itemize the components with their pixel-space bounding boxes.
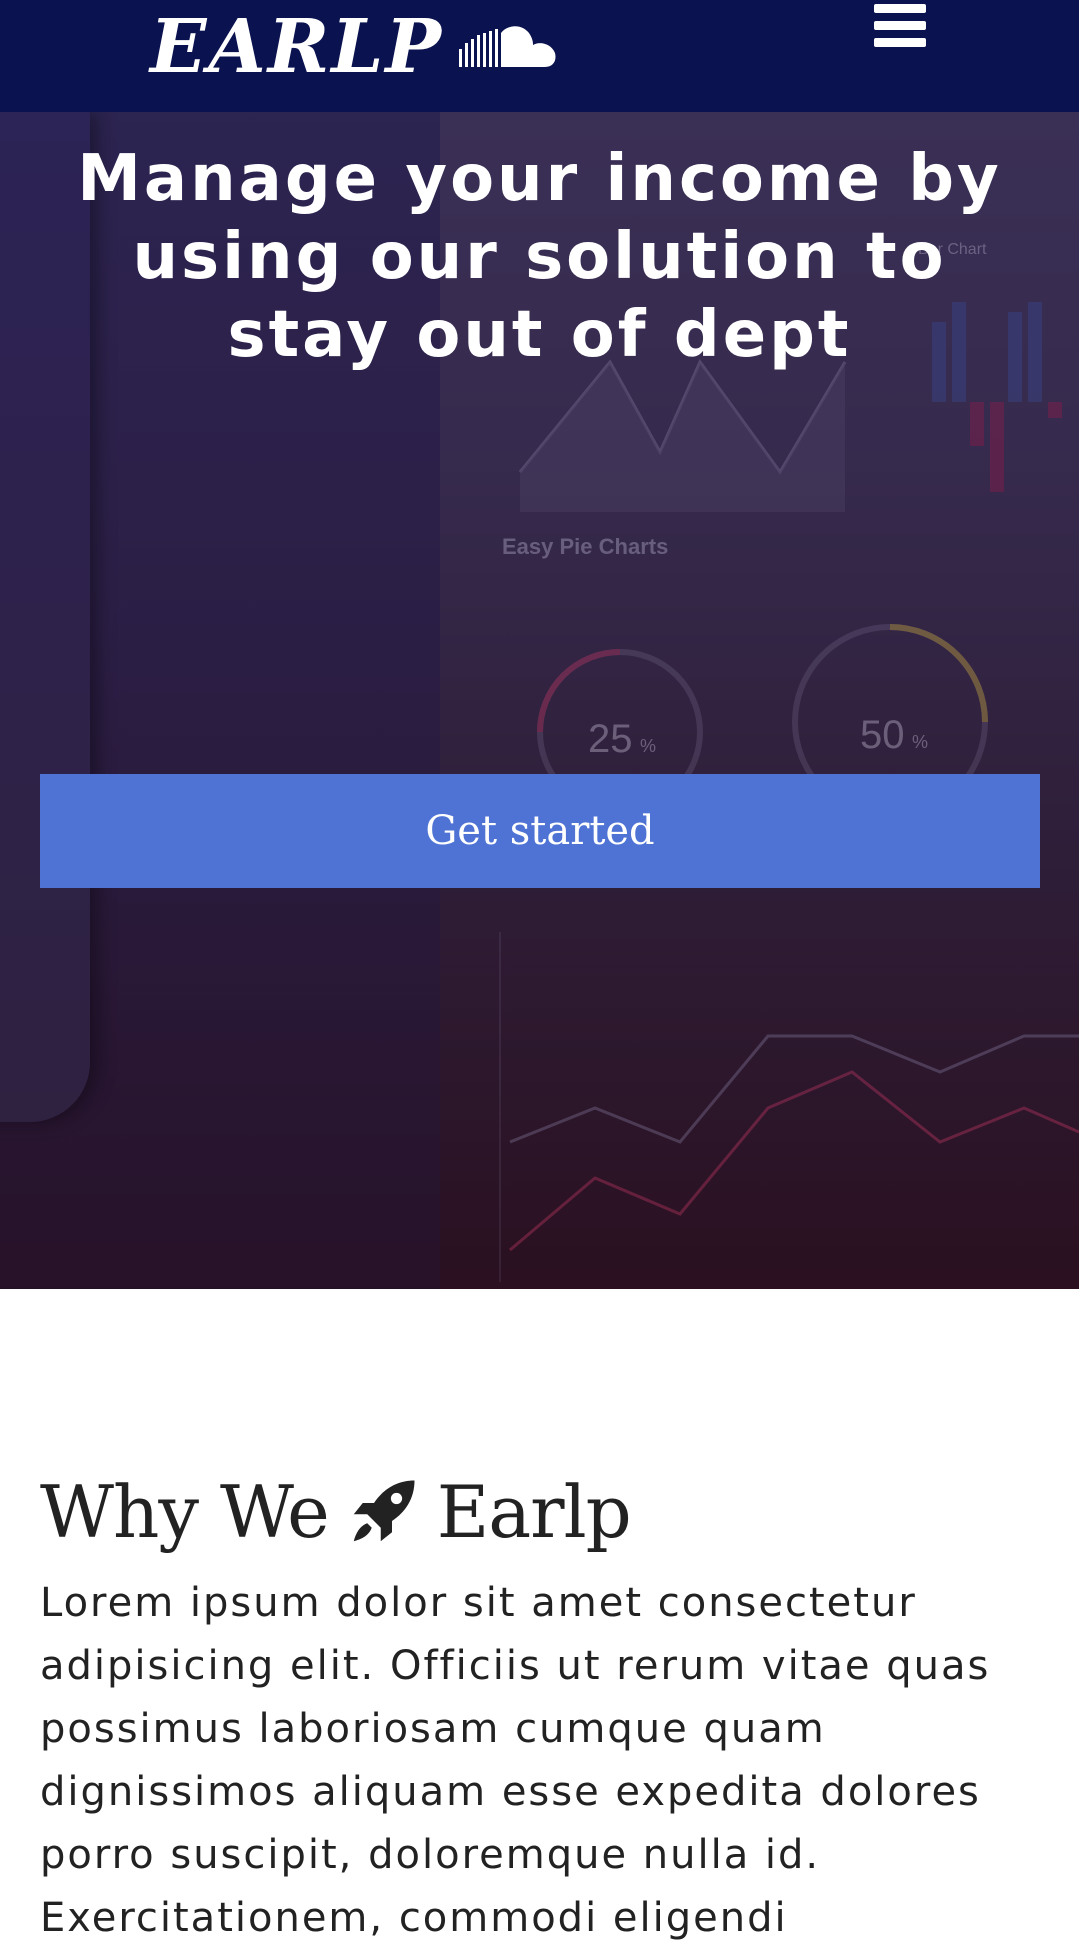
why-section-title: Why We Earlp xyxy=(40,1467,632,1557)
hero-headline: Manage your income by using our solution… xyxy=(77,142,1002,372)
brand-logo[interactable]: EARLP xyxy=(150,2,559,92)
brand-name: EARLP xyxy=(150,4,443,90)
pie-value-25: 25 xyxy=(588,717,633,761)
top-navbar: EARLP xyxy=(0,0,1079,112)
hero-section: Easy Pie Charts Bar Chart 25 % 50 % Mana… xyxy=(0,112,1079,1289)
pie-charts-heading: Easy Pie Charts xyxy=(502,534,668,559)
pie-percent-25: % xyxy=(640,736,656,756)
why-title-brand: Earlp xyxy=(436,1470,632,1554)
pie-value-50: 50 xyxy=(860,713,905,757)
why-title-prefix: Why We xyxy=(40,1470,330,1554)
why-section: Why We Earlp Lorem ipsum dolor sit amet … xyxy=(0,1289,1079,1941)
pie-percent-50: % xyxy=(912,732,928,752)
soundcloud-icon xyxy=(459,23,559,71)
rocket-icon xyxy=(347,1476,419,1548)
hamburger-menu-icon[interactable] xyxy=(874,4,926,50)
get-started-button[interactable]: Get started xyxy=(40,774,1040,888)
why-section-body: Lorem ipsum dolor sit amet consectetur a… xyxy=(40,1580,991,1941)
